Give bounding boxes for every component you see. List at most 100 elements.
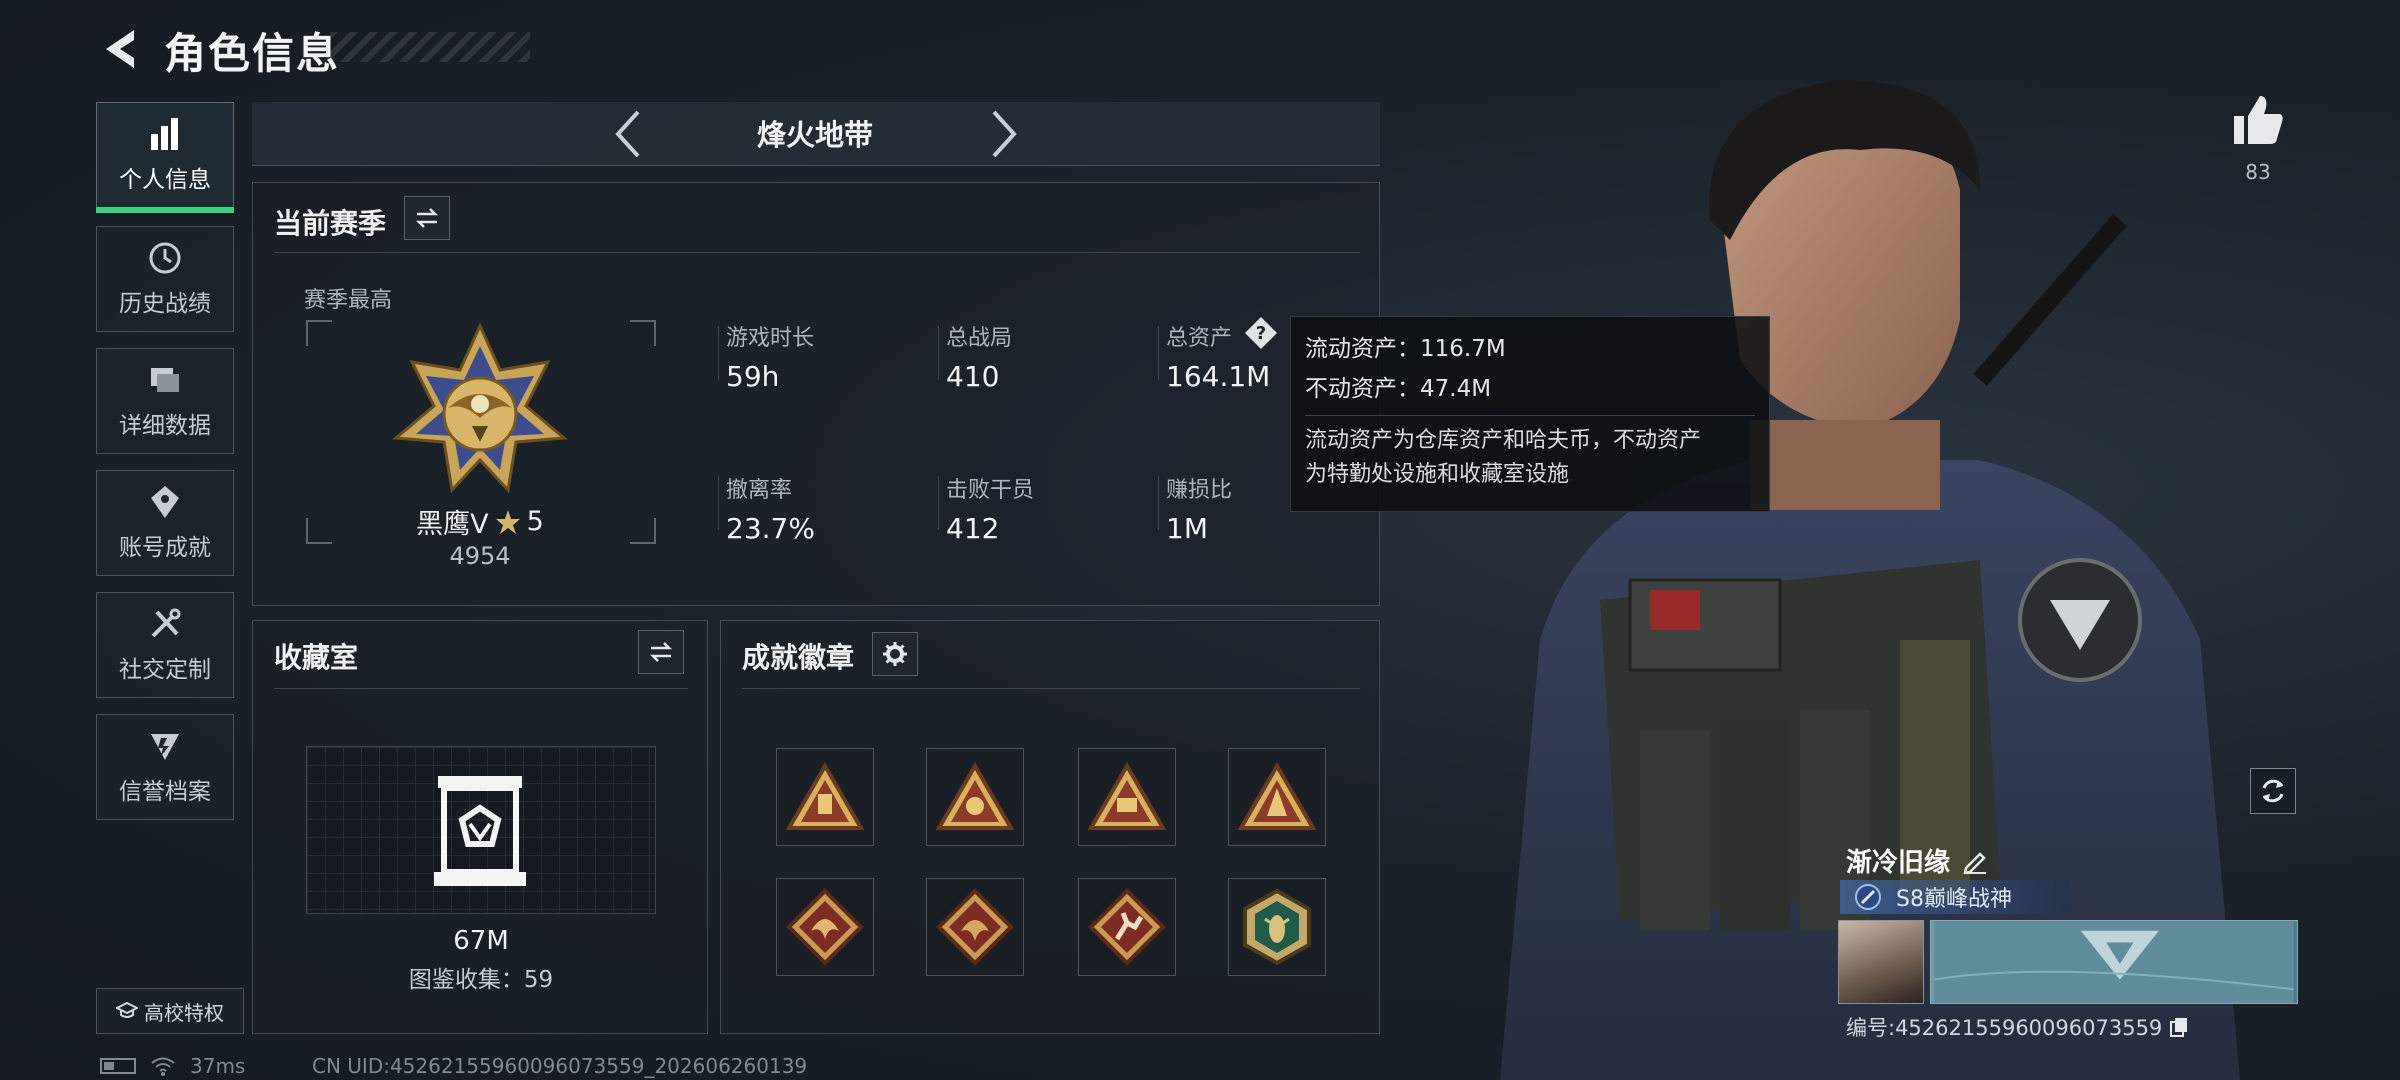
back-arrow-icon[interactable] xyxy=(96,24,146,74)
help-icon[interactable]: ? xyxy=(1244,316,1278,350)
nav-label: 社交定制 xyxy=(119,657,211,683)
badge-triangle-icon xyxy=(935,762,1015,830)
stat-separator xyxy=(718,326,719,380)
avatar[interactable] xyxy=(1838,920,1924,1004)
divider xyxy=(742,688,1360,689)
divider xyxy=(274,252,1360,253)
mode-title: 烽火地带 xyxy=(756,118,873,152)
collection-value: 67M xyxy=(453,926,509,956)
stat-value-profit-ratio: 1M xyxy=(1166,512,1208,545)
rank-medal-icon xyxy=(392,322,568,494)
tooltip-description-1: 流动资产为仓库资产和哈夫币，不动资产 xyxy=(1305,428,1702,453)
badge-triangle-icon xyxy=(1237,762,1317,830)
stat-value-operators-killed: 412 xyxy=(946,512,1000,545)
graduation-cap-icon xyxy=(116,1002,138,1018)
stat-value-total-assets: 164.1M xyxy=(1166,360,1271,393)
status-bar: 37ms xyxy=(100,1054,245,1078)
edit-pencil-icon[interactable] xyxy=(1962,848,1988,874)
achievement-icon xyxy=(151,486,179,518)
stat-label-profit-ratio: 赚损比 xyxy=(1166,478,1233,503)
star-icon xyxy=(495,509,520,534)
player-title-tag: S8巅峰战神 xyxy=(1840,880,2070,914)
player-name-row: 渐冷旧缘 xyxy=(1846,842,1988,879)
copy-icon[interactable] xyxy=(2170,1017,2188,1037)
rank-stars: 5 xyxy=(526,506,544,537)
player-name: 渐冷旧缘 xyxy=(1846,848,1951,878)
stat-label-extract-rate: 撤离率 xyxy=(726,478,793,503)
achievement-badge[interactable] xyxy=(776,878,874,976)
achievement-badge[interactable] xyxy=(926,878,1024,976)
nav-label: 历史战绩 xyxy=(119,291,211,317)
badge-dragon-icon xyxy=(786,888,864,966)
achievement-badge[interactable] xyxy=(1228,878,1326,976)
stat-label-total-matches: 总战局 xyxy=(946,326,1013,351)
svg-text:?: ? xyxy=(1256,323,1266,344)
like-count: 83 xyxy=(2245,160,2271,184)
stat-separator xyxy=(938,476,939,530)
title-emblem-icon xyxy=(1855,884,1881,910)
badges-title: 成就徽章 xyxy=(742,641,855,674)
nav-item-social[interactable]: 社交定制 xyxy=(96,592,234,698)
divider xyxy=(274,688,688,689)
stat-value-playtime: 59h xyxy=(726,360,780,393)
achievement-badge[interactable] xyxy=(926,748,1024,846)
badge-wasp-icon xyxy=(1243,888,1311,966)
page-title: 角色信息 xyxy=(164,29,341,78)
bar-chart-icon xyxy=(151,118,178,150)
stat-separator xyxy=(1158,476,1159,530)
swap-arrows-icon xyxy=(415,208,439,228)
campus-label: 高校特权 xyxy=(144,1000,224,1025)
tooltip-fixed-assets: 不动资产：47.4M xyxy=(1305,376,1492,402)
asset-tooltip: 流动资产：116.7M 不动资产：47.4M 流动资产为仓库资产和哈夫币，不动资… xyxy=(1290,316,1770,512)
rank-name-row: 黑鹰V 5 xyxy=(360,502,600,541)
uid-text: CN UID:4526215596009607355​9_20260626013… xyxy=(312,1054,808,1078)
achievement-badge[interactable] xyxy=(1228,748,1326,846)
season-best-label: 赛季最高 xyxy=(304,288,393,313)
stat-label-total-assets: 总资产 xyxy=(1166,326,1233,351)
refresh-icon xyxy=(2262,779,2284,803)
stat-label-playtime: 游戏时长 xyxy=(726,326,815,351)
ping-text: 37ms xyxy=(190,1054,246,1078)
player-title: S8巅峰战神 xyxy=(1896,887,2012,912)
title-decoration xyxy=(330,32,530,62)
collection-switch-button[interactable] xyxy=(638,630,684,674)
nav-label: 账号成就 xyxy=(119,535,211,561)
nav-item-personal-info[interactable]: 个人信息 xyxy=(96,102,234,213)
stat-separator xyxy=(1158,326,1159,380)
badge-triangle-icon xyxy=(1087,762,1167,830)
achievement-badge[interactable] xyxy=(1078,748,1176,846)
nav-item-credit[interactable]: 信誉档案 xyxy=(96,714,234,820)
chevron-right-icon[interactable] xyxy=(984,106,1024,162)
nav-label: 详细数据 xyxy=(119,413,211,439)
frame-corner xyxy=(630,320,656,346)
stat-value-total-matches: 410 xyxy=(946,360,1000,393)
achievement-badge[interactable] xyxy=(776,748,874,846)
season-title: 当前赛季 xyxy=(274,207,387,240)
folders-icon xyxy=(151,368,179,392)
wifi-icon xyxy=(151,1057,175,1076)
nav-label: 信誉档案 xyxy=(119,779,211,805)
stat-separator xyxy=(938,326,939,380)
nav-item-history[interactable]: 历史战绩 xyxy=(96,226,234,332)
frame-corner xyxy=(630,518,656,544)
credit-shield-icon xyxy=(151,734,179,760)
achievement-badge[interactable] xyxy=(1078,878,1176,976)
campus-privilege-button[interactable]: 高校特权 xyxy=(96,988,244,1034)
stat-value-extract-rate: 23.7% xyxy=(726,512,815,545)
display-case-icon xyxy=(434,776,526,886)
refresh-button[interactable] xyxy=(2250,768,2296,814)
badges-settings-button[interactable] xyxy=(872,632,918,676)
collection-count: 图鉴收集：59 xyxy=(408,967,554,993)
history-clock-icon xyxy=(149,242,181,274)
player-id: 编号:4526215596009607355​9 xyxy=(1846,1016,2163,1040)
tooltip-description-2: 为特勤处设施和收藏室设施 xyxy=(1305,462,1570,487)
rank-score: 4954 xyxy=(449,542,511,570)
tooltip-liquid-assets: 流动资产：116.7M xyxy=(1305,336,1506,362)
season-switch-button[interactable] xyxy=(404,196,450,240)
tools-icon xyxy=(151,608,181,638)
thumbs-up-icon[interactable] xyxy=(2230,92,2286,148)
chevron-left-icon[interactable] xyxy=(608,106,648,162)
nav-item-achievements[interactable]: 账号成就 xyxy=(96,470,234,576)
frame-corner xyxy=(306,320,332,346)
nav-item-detailed-data[interactable]: 详细数据 xyxy=(96,348,234,454)
